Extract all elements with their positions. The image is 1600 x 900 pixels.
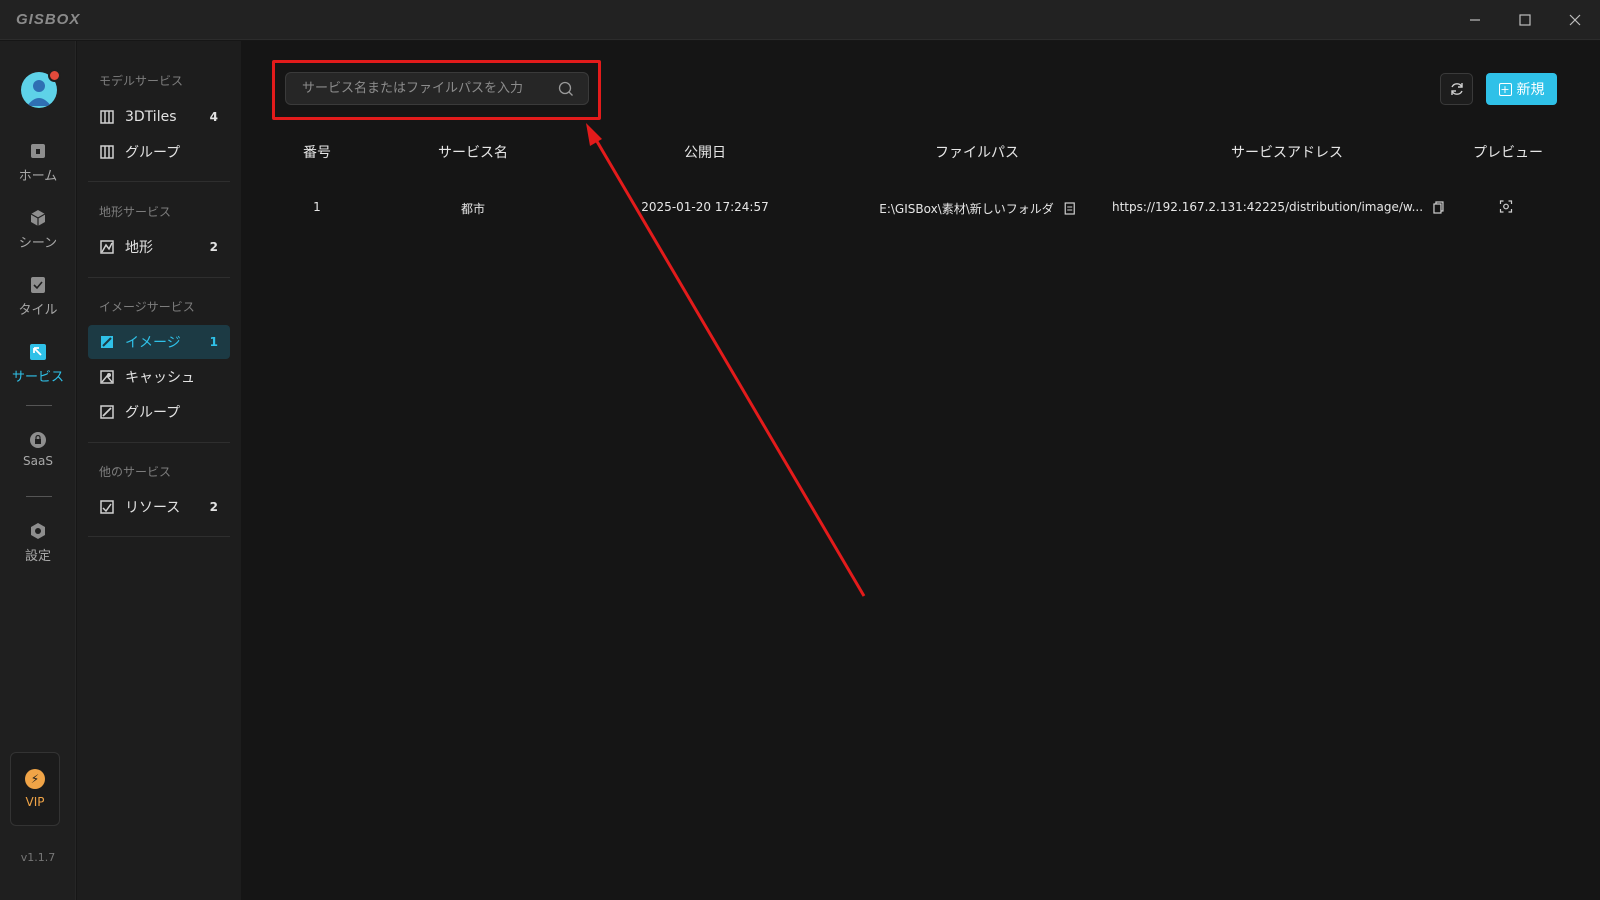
- cell-publish-date: 2025-01-20 17:24:57: [641, 200, 769, 214]
- cell-preview: [1499, 200, 1513, 213]
- copy-path-icon[interactable]: [1064, 202, 1075, 215]
- column-header-number: 番号: [303, 145, 331, 161]
- cell-service-address: https://192.167.2.131:42225/distribution…: [1112, 200, 1444, 214]
- new-button[interactable]: + 新規: [1486, 73, 1557, 105]
- column-header-preview: プレビュー: [1473, 145, 1543, 161]
- column-header-file-path: ファイルパス: [935, 145, 1019, 161]
- add-icon: +: [1498, 82, 1512, 96]
- cell-service-name: 都市: [460, 202, 486, 216]
- new-button-label: 新規: [1516, 82, 1545, 98]
- cell-number: 1: [313, 200, 321, 214]
- refresh-icon: [1449, 81, 1465, 97]
- copy-address-icon[interactable]: [1433, 200, 1444, 214]
- cell-file-path: E:\GISBox\素材\新しいフォルダ: [879, 200, 1075, 217]
- column-header-service-name: サービス名: [438, 145, 508, 161]
- annotation-arrow: [586, 123, 866, 597]
- refresh-button[interactable]: [1440, 73, 1473, 105]
- file-path-text: E:\GISBox\素材\新しいフォルダ: [879, 202, 1054, 216]
- column-header-service-address: サービスアドレス: [1231, 145, 1343, 161]
- column-header-publish-date: 公開日: [684, 145, 726, 161]
- preview-icon[interactable]: [1499, 200, 1513, 213]
- service-address-text: https://192.167.2.131:42225/distribution…: [1111, 200, 1424, 214]
